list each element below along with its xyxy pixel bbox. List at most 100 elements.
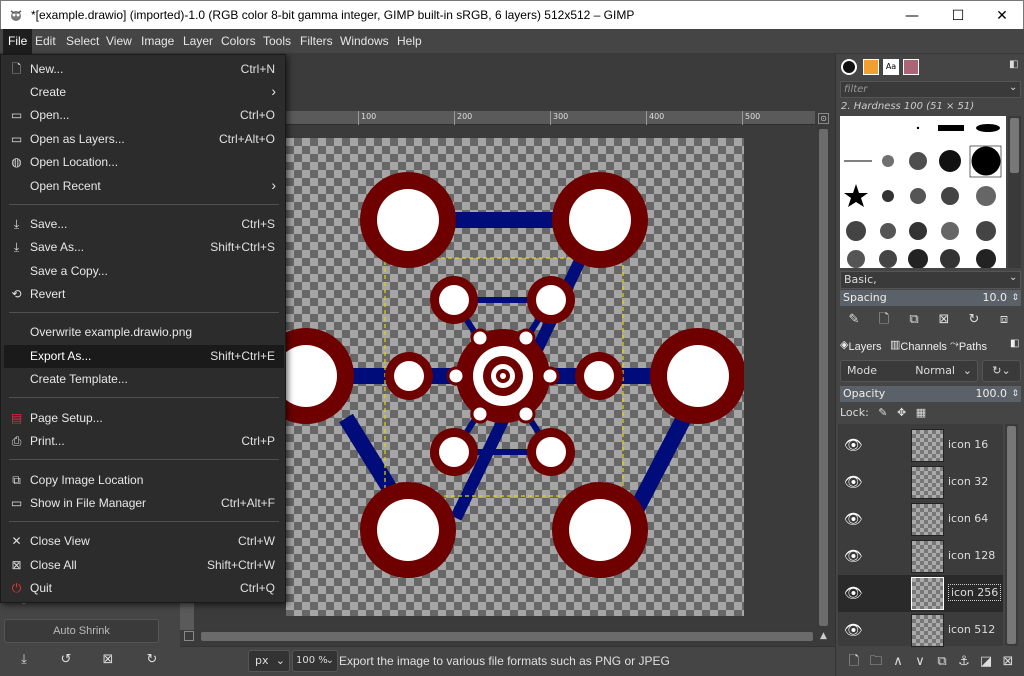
zoom-selector[interactable]: 100 % ⌄ [292,650,338,672]
quick-mask-toggle[interactable] [184,631,194,641]
menu-help[interactable]: Help [392,29,427,54]
lock-pixels-icon[interactable]: ✎ [878,406,887,419]
mask-layer-icon[interactable]: ◪ [976,652,996,672]
lock-position-icon[interactable]: ✥ [897,406,906,419]
menu-view[interactable]: View [101,29,137,54]
layer-opacity-slider[interactable]: Opacity 100.0 ⇕ [840,386,1021,402]
menu-item-print[interactable]: ⎙ Print... Ctrl+P [4,430,284,453]
menu-item-open-as-layers[interactable]: ▭ Open as Layers... Ctrl+Alt+O [4,128,284,151]
fonts-tab-icon[interactable]: Aa [883,59,899,75]
tab-layers[interactable]: ◈ Layers [840,338,882,353]
visibility-eye-icon[interactable]: 👁 [844,437,864,453]
menu-item-open-recent[interactable]: Open Recent › [4,175,284,198]
menu-item-save-as[interactable]: ⤓ Save As... Shift+Ctrl+S [4,236,284,259]
lock-alpha-icon[interactable]: ▦ [916,406,926,419]
menu-item-overwrite[interactable]: Overwrite example.drawio.png [4,321,284,344]
layer-row[interactable]: 👁 icon 64 [838,501,1003,538]
menu-layer[interactable]: Layer [178,29,218,54]
auto-shrink-button[interactable]: Auto Shrink [4,619,159,643]
raise-layer-icon[interactable]: ∧ [888,652,908,672]
menu-colors[interactable]: Colors [216,29,261,54]
layer-row-selected[interactable]: 👁 icon 256 [838,575,1003,612]
menu-item-page-setup[interactable]: ▤ Page Setup... [4,407,284,430]
unit-selector[interactable]: px ⌄ [248,650,290,672]
zoom-image-icon[interactable]: ⊙ [818,113,829,124]
layers-scrollbar[interactable] [1005,424,1018,646]
configure-tab-icon[interactable]: ◧ [1010,338,1019,349]
horizontal-scroll-thumb[interactable] [201,632,813,641]
duplicate-layer-icon[interactable]: ⧉ [932,652,952,672]
layer-row[interactable]: 👁 icon 16 [838,427,1003,464]
menu-file[interactable]: File [3,29,33,54]
menu-item-show-file-manager[interactable]: ▭ Show in File Manager Ctrl+Alt+F [4,492,284,515]
visibility-eye-icon[interactable]: 👁 [844,548,864,564]
visibility-eye-icon[interactable]: 👁 [844,511,864,527]
restore-options-icon[interactable]: ↺ [56,652,76,672]
brush-scroll-thumb[interactable] [1010,118,1019,173]
delete-layer-icon[interactable]: ⊠ [998,652,1018,672]
configure-tab-icon[interactable]: ◧ [1009,59,1021,71]
chevron-down-icon[interactable]: ⌄ [1009,272,1017,283]
maximize-button[interactable]: ☐ [935,1,981,30]
chevron-down-icon[interactable]: ⌄ [1009,82,1017,93]
reset-options-icon[interactable]: ↻ [142,652,162,672]
menu-item-open[interactable]: ▭ Open... Ctrl+O [4,104,284,127]
lower-layer-icon[interactable]: ∨ [910,652,930,672]
patterns-tab-icon[interactable] [863,59,879,75]
horizontal-scrollbar[interactable] [199,630,817,643]
menu-item-quit[interactable]: ⏻ Quit Ctrl+Q [4,577,284,600]
menu-item-export-as[interactable]: Export As... Shift+Ctrl+E [4,345,284,368]
brush-preset-select[interactable]: Basic, [840,271,1021,289]
menu-item-create-template[interactable]: Create Template... [4,368,284,391]
menu-windows[interactable]: Windows [335,29,394,54]
horizontal-ruler[interactable]: 100 200 300 400 500 [200,111,815,125]
visibility-eye-icon[interactable]: 👁 [844,622,864,638]
visibility-eye-icon[interactable]: 👁 [844,585,864,601]
vertical-scrollbar[interactable] [817,125,830,630]
layer-row[interactable]: 👁 icon 512 [838,612,1003,649]
menu-select[interactable]: Select [61,29,104,54]
menu-item-revert[interactable]: ⟲ Revert [4,283,284,306]
image-canvas[interactable] [286,138,744,616]
vertical-scroll-thumb[interactable] [819,129,828,626]
menu-item-open-location[interactable]: ◍ Open Location... [4,151,284,174]
menu-item-new[interactable]: 🗋 New... Ctrl+N [4,58,284,81]
brush-as-image-icon[interactable]: ⧈ [994,310,1014,330]
spin-arrows-icon[interactable]: ⇕ [1011,386,1019,402]
layer-row[interactable]: 👁 icon 32 [838,464,1003,501]
minimize-button[interactable]: — [889,1,935,30]
new-brush-icon[interactable]: 🗋 [874,310,894,330]
layer-row[interactable]: 👁 icon 128 [838,538,1003,575]
menu-filters[interactable]: Filters [295,29,338,54]
menu-tools[interactable]: Tools [258,29,296,54]
menu-item-close-view[interactable]: ✕ Close View Ctrl+W [4,530,284,553]
tab-channels[interactable]: ▥ Channels [890,338,947,353]
layers-scroll-thumb[interactable] [1007,426,1016,644]
brush-spacing-slider[interactable]: Spacing 10.0 ⇕ [840,290,1021,306]
brush-filter-input[interactable]: filter [840,81,1021,98]
close-window-button[interactable]: ✕ [979,1,1024,30]
anchor-layer-icon[interactable]: ⚓ [954,652,974,672]
menu-item-close-all[interactable]: ⊠ Close All Shift+Ctrl+W [4,554,284,577]
menu-item-copy-location[interactable]: ⧉ Copy Image Location [4,469,284,492]
navigate-icon[interactable]: ▲ [818,631,829,642]
layer-mode-select[interactable]: Mode Normal ⌄ [840,360,978,382]
brush-scrollbar[interactable] [1008,116,1021,268]
menu-item-save-copy[interactable]: Save a Copy... [4,260,284,283]
menu-item-create[interactable]: Create › [4,81,284,104]
new-layer-icon[interactable]: 🗋 [844,652,864,672]
menu-image[interactable]: Image [136,29,179,54]
menu-item-save[interactable]: ⤓ Save... Ctrl+S [4,213,284,236]
document-history-tab-icon[interactable] [903,59,919,75]
tab-paths[interactable]: ⤳ Paths [950,338,987,353]
brushes-tab-icon[interactable] [841,59,857,75]
spin-arrows-icon[interactable]: ⇕ [1011,290,1019,306]
layer-composite-select[interactable]: ↻⌄ [982,360,1021,382]
new-layer-group-icon[interactable]: 🗀 [866,652,886,672]
brush-grid[interactable] [840,116,1006,269]
save-options-icon[interactable]: ⤓ [14,652,34,672]
delete-brush-icon[interactable]: ⊠ [934,310,954,330]
delete-options-icon[interactable]: ⊠ [98,652,118,672]
duplicate-brush-icon[interactable]: ⧉ [904,310,924,330]
menu-edit[interactable]: Edit [30,29,61,54]
